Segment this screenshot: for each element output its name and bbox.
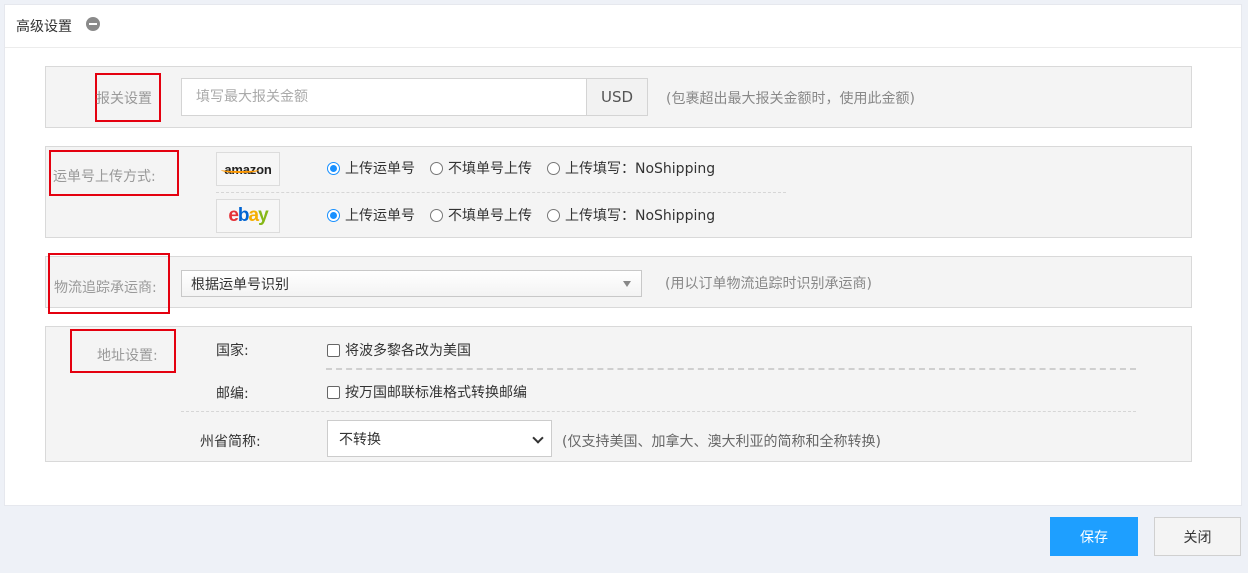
tracking-upload-section: 运单号上传方式: amazon 上传运单号 不填单号上传 上传填写：NoShip… (45, 146, 1192, 238)
currency-addon: USD (586, 79, 647, 115)
checkbox-icon[interactable] (327, 385, 340, 399)
close-button[interactable]: 关闭 (1154, 517, 1241, 556)
radio-icon[interactable] (547, 208, 560, 222)
amazon-upload-options: 上传运单号 不填单号上传 上传填写：NoShipping (327, 158, 730, 178)
dropdown-arrow-icon (623, 281, 631, 287)
country-convert-option[interactable]: 将波多黎各改为美国 (327, 340, 471, 360)
customs-section: 报关设置 USD (包裹超出最大报关金额时，使用此金额) (45, 66, 1192, 128)
ebay-logo: ebay (216, 199, 280, 233)
amazon-option-upload-tracking[interactable]: 上传运单号 (327, 158, 415, 178)
carrier-hint: (用以订单物流追踪时识别承运商) (665, 276, 872, 292)
amazon-option-no-tracking[interactable]: 不填单号上传 (430, 158, 532, 178)
panel-header: 高级设置 (5, 5, 1241, 48)
amazon-option-noshipping[interactable]: 上传填写：NoShipping (547, 158, 715, 178)
customs-amount-input[interactable] (182, 79, 586, 115)
zip-label: 邮编: (216, 386, 249, 402)
zip-convert-option[interactable]: 按万国邮联标准格式转换邮编 (327, 382, 527, 402)
customs-hint: (包裹超出最大报关金额时，使用此金额) (666, 91, 915, 107)
amazon-smile-icon (221, 167, 259, 173)
country-label: 国家: (216, 343, 249, 359)
state-hint: (仅支持美国、加拿大、澳大利亚的简称和全称转换) (562, 434, 881, 450)
chevron-down-icon (532, 432, 544, 444)
ebay-option-noshipping[interactable]: 上传填写：NoShipping (547, 205, 715, 225)
ebay-option-upload-tracking[interactable]: 上传运单号 (327, 205, 415, 225)
panel-title: 高级设置 (16, 19, 72, 35)
customs-amount-group: USD (181, 78, 648, 116)
checkbox-icon[interactable] (327, 343, 340, 357)
radio-checked-icon[interactable] (327, 161, 340, 175)
row-divider (216, 192, 786, 193)
address-section: 地址设置: 国家: 将波多黎各改为美国 邮编: 按万国邮联标准格式转换邮编 州省… (45, 326, 1192, 462)
amazon-logo: amazon (216, 152, 280, 186)
radio-checked-icon[interactable] (327, 208, 340, 222)
ebay-upload-options: 上传运单号 不填单号上传 上传填写：NoShipping (327, 205, 730, 225)
row-divider (181, 411, 1136, 412)
ebay-option-no-tracking[interactable]: 不填单号上传 (430, 205, 532, 225)
tracking-upload-label: 运单号上传方式: (53, 169, 156, 185)
radio-icon[interactable] (430, 208, 443, 222)
carrier-section: 物流追踪承运商: 根据运单号识别 (用以订单物流追踪时识别承运商) (45, 253, 1192, 314)
radio-icon[interactable] (547, 161, 560, 175)
carrier-select[interactable]: 根据运单号识别 (181, 270, 642, 297)
address-label: 地址设置: (97, 348, 158, 364)
ebay-logo-text: ebay (228, 205, 268, 226)
carrier-label: 物流追踪承运商: (54, 280, 157, 296)
collapse-minus-icon[interactable] (86, 17, 100, 31)
state-abbr-select[interactable]: 不转换 (327, 420, 552, 457)
state-label: 州省简称: (200, 434, 261, 450)
customs-label: 报关设置 (96, 91, 152, 107)
state-selected-value: 不转换 (339, 431, 381, 448)
save-button[interactable]: 保存 (1050, 517, 1138, 556)
carrier-selected-value: 根据运单号识别 (191, 276, 289, 293)
row-divider (326, 368, 1136, 370)
radio-icon[interactable] (430, 161, 443, 175)
